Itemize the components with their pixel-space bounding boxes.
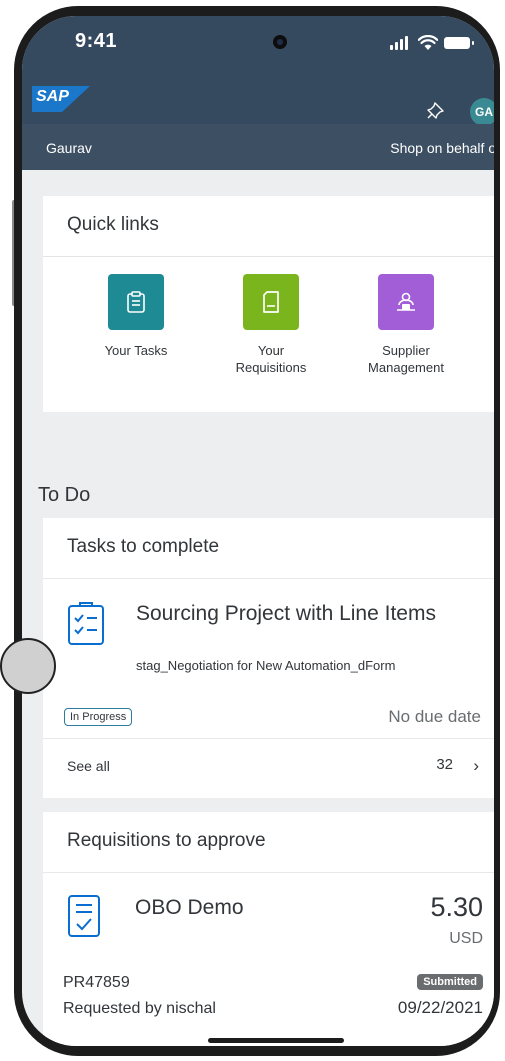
chevron-right-icon[interactable]: › [473,756,479,776]
front-camera [273,35,287,49]
requisition-date: 09/22/2021 [397,998,483,1017]
divider [43,872,494,873]
todo-heading: To Do [38,484,91,506]
quick-links-title: Quick links [67,214,159,235]
divider [43,578,494,579]
clipboard-icon [127,291,145,313]
avatar[interactable]: GA [470,98,494,126]
avatar-initials: GA [475,105,493,119]
user-bar: Gaurav Shop on behalf of [22,124,494,170]
divider [43,256,494,257]
see-all-link[interactable]: See all [67,758,110,774]
requisitions-card-title: Requisitions to approve [67,830,266,851]
supplier-icon [397,292,415,311]
task-subtitle: stag_Negotiation for New Automation_dFor… [136,658,396,673]
shop-on-behalf-link[interactable]: Shop on behalf of [390,140,494,156]
home-indicator[interactable] [208,1038,344,1043]
quick-link-supplier-management[interactable]: Supplier Management [346,274,466,376]
divider [43,738,494,739]
requisition-currency: USD [449,930,483,947]
quick-link-your-requisitions[interactable]: Your Requisitions [211,274,331,376]
pin-icon[interactable] [426,100,446,120]
status-badge: Submitted [417,974,483,990]
signal-icon [390,36,412,50]
tasks-card: Tasks to complete Sourcing Project with … [43,518,494,798]
requisition-name-link[interactable]: OBO Demo [135,896,244,920]
app-header: SAP [22,74,494,124]
status-badge: In Progress [64,708,133,726]
status-bar: 9:41 [22,16,494,74]
requisition-amount: 5.30 [430,892,483,922]
checklist-icon [68,602,104,645]
supplier-management-tile[interactable] [378,274,434,330]
user-name: Gaurav [46,140,92,156]
your-tasks-tile[interactable] [108,274,164,330]
quick-link-your-tasks[interactable]: Your Tasks [76,274,196,359]
approval-document-icon [68,895,100,937]
quick-links-card: Quick links Your Tasks Your Requisitions… [43,196,494,412]
status-time: 9:41 [75,30,118,52]
your-requisitions-tile[interactable] [243,274,299,330]
requisition-id: PR47859 [63,974,130,991]
requisitions-card: Requisitions to approve OBO Demo 5.30 US… [43,812,494,1046]
quick-link-label: Your Requisitions [235,343,307,375]
sap-logo-text: SAP [36,88,69,105]
quick-link-label: Supplier Management [368,343,444,375]
tasks-card-title: Tasks to complete [67,536,220,557]
battery-icon [444,37,474,49]
quick-link-label: Your Tasks [104,343,168,358]
task-title-link[interactable]: Sourcing Project with Line Items [136,599,481,628]
wifi-icon [418,35,438,50]
requested-by: Requested by nischal [63,1000,216,1017]
document-icon [263,291,279,313]
phone-screen: 9:41 SAP GA Gaurav Shop on behalf of Qui… [22,16,494,1046]
due-date: No due date [388,707,481,726]
task-count: 32 [436,756,453,773]
touch-indicator [0,638,56,694]
